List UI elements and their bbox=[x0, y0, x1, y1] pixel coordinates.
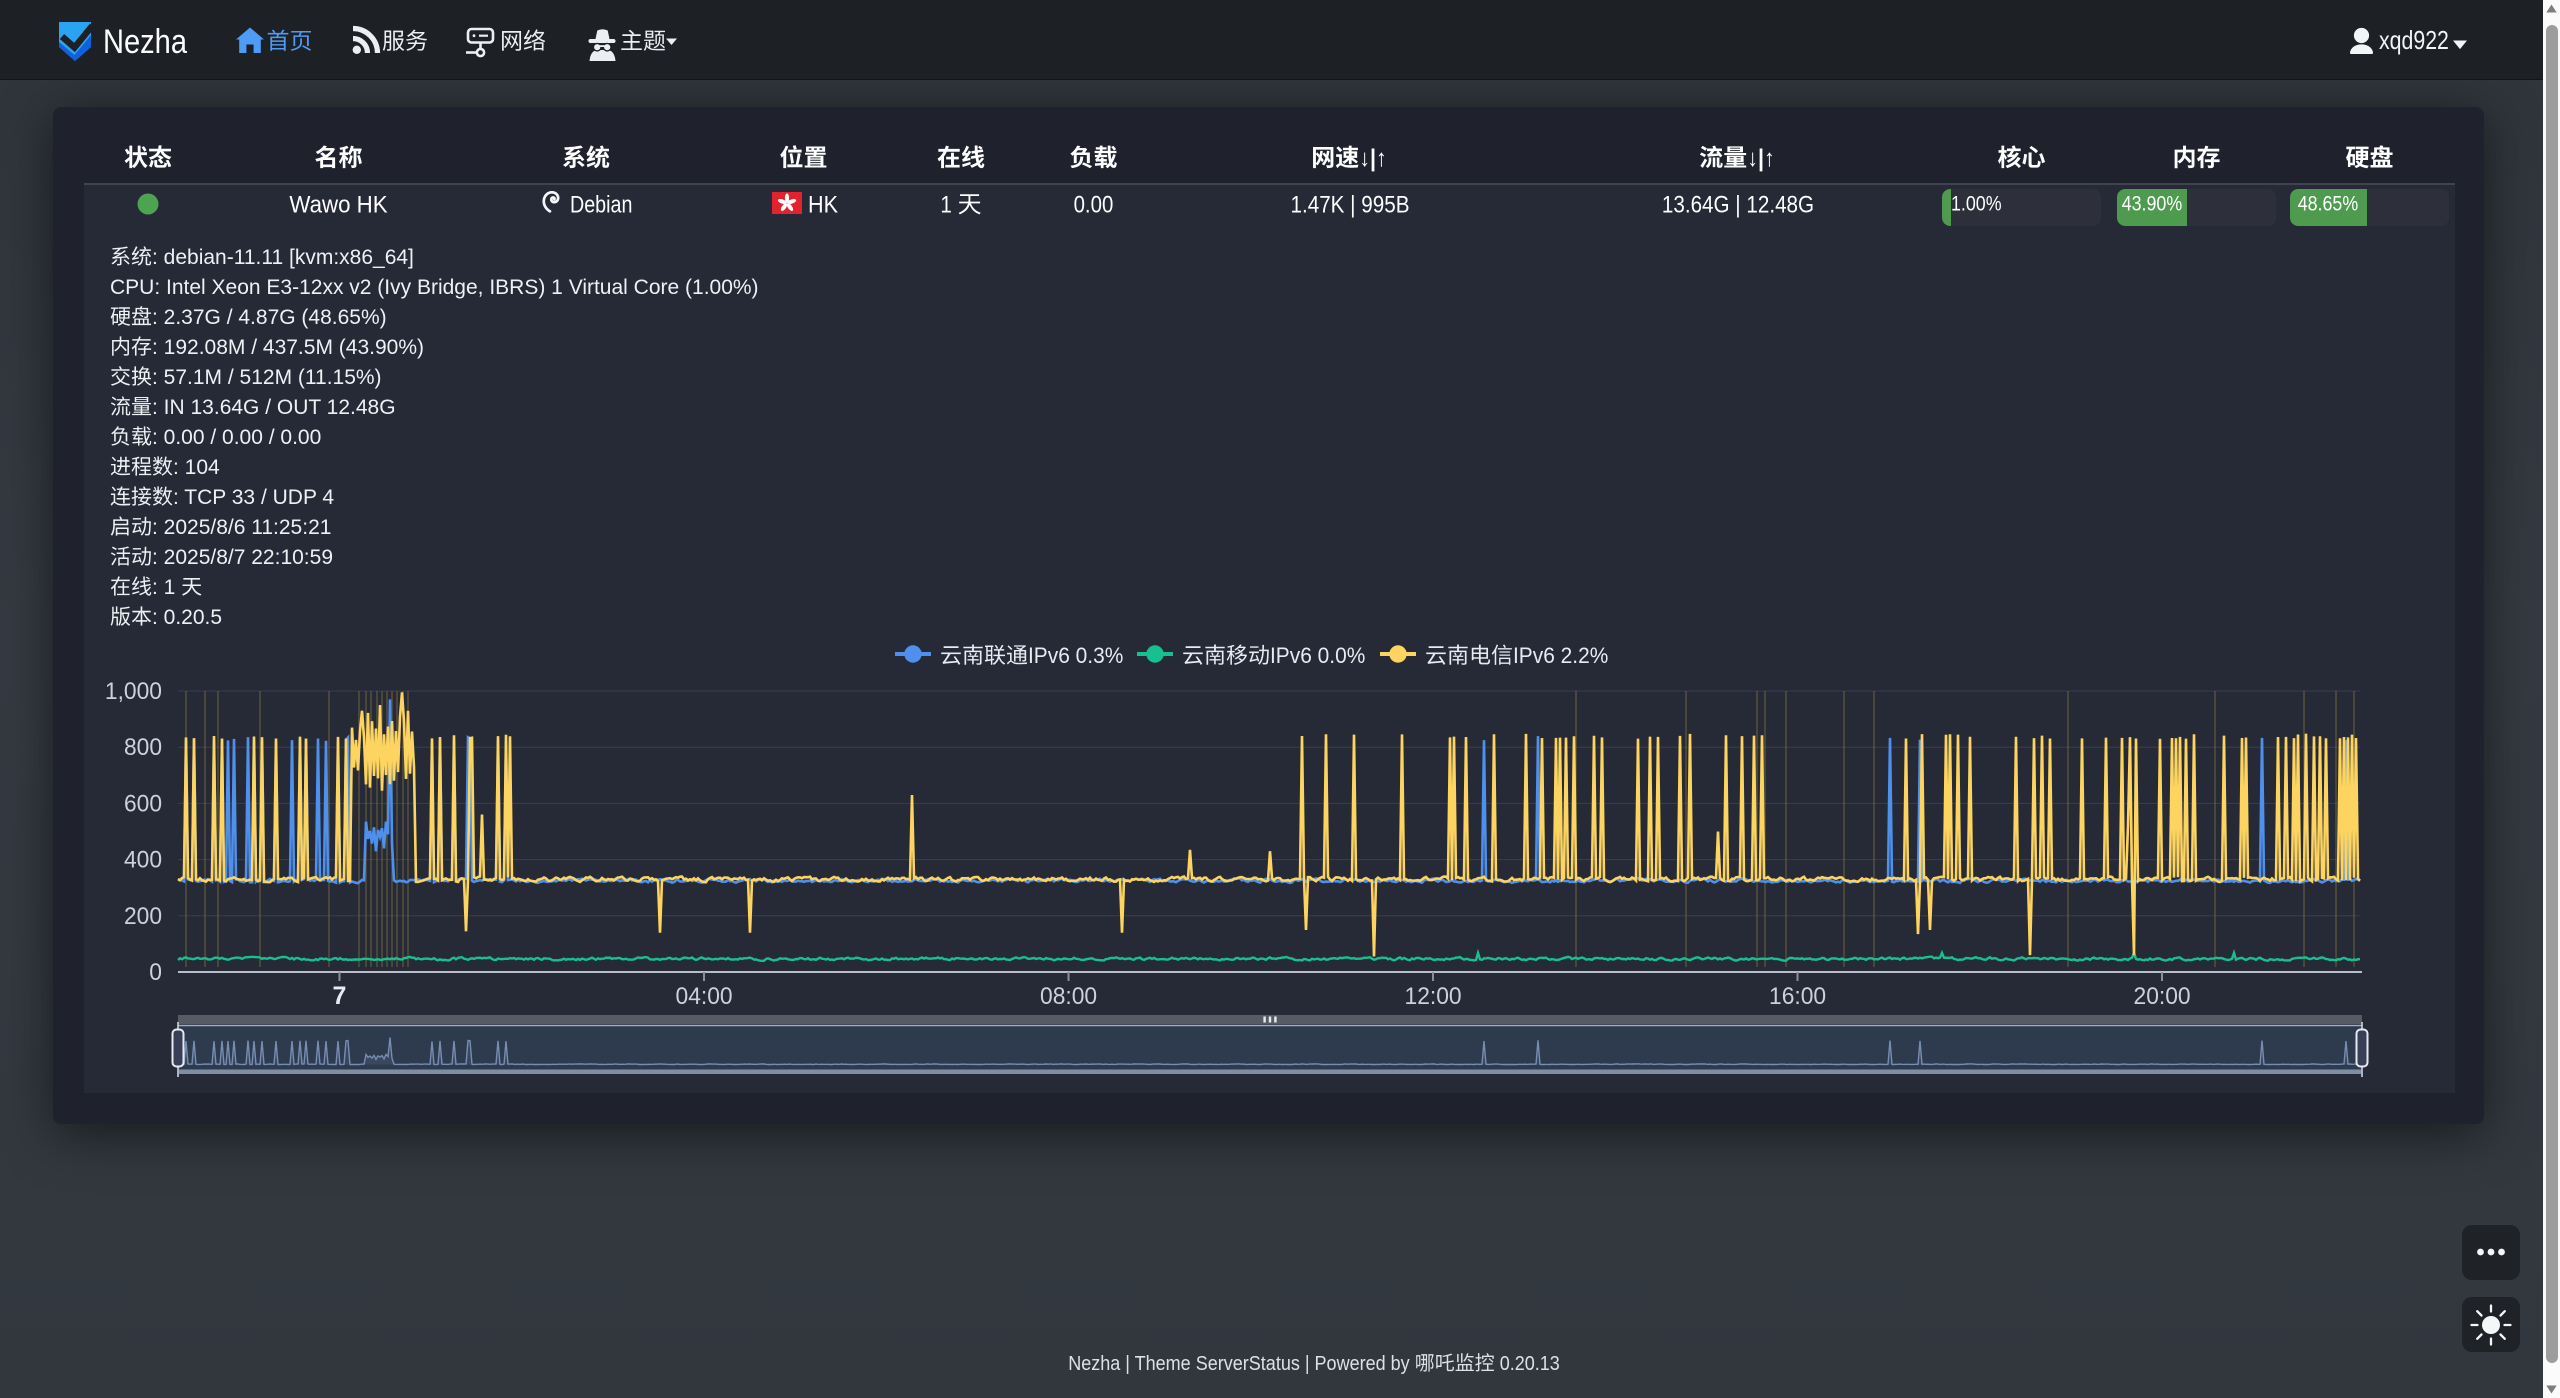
svg-text:800: 800 bbox=[124, 734, 162, 761]
svg-text:7: 7 bbox=[333, 982, 347, 1010]
svg-text:20:00: 20:00 bbox=[2134, 983, 2191, 1010]
svg-text:xqd922: xqd922 bbox=[2379, 25, 2449, 55]
svg-text:↓|↑: ↓|↑ bbox=[1747, 145, 1775, 172]
svg-text:43.90%: 43.90% bbox=[2122, 193, 2183, 216]
svg-text:1.47K | 995B: 1.47K | 995B bbox=[1291, 192, 1410, 219]
svg-text:IPv6 0.0%: IPv6 0.0% bbox=[1270, 643, 1365, 668]
svg-text:: 2025/8/7 22:10:59: : 2025/8/7 22:10:59 bbox=[152, 546, 333, 569]
svg-text:: 1: : 1 bbox=[152, 576, 175, 599]
svg-text:IPv6 0.3%: IPv6 0.3% bbox=[1028, 643, 1123, 668]
svg-text:HK: HK bbox=[808, 192, 838, 219]
svg-text:: 192.08M / 437.5M (43.90%): : 192.08M / 437.5M (43.90%) bbox=[152, 336, 424, 359]
svg-text:: 2.37G / 4.87G (48.65%): : 2.37G / 4.87G (48.65%) bbox=[152, 306, 387, 329]
svg-text:0.20.13: 0.20.13 bbox=[1500, 1353, 1560, 1375]
svg-text:: debian-11.11 [kvm:x86_64]: : debian-11.11 [kvm:x86_64] bbox=[152, 246, 414, 269]
svg-text:12:00: 12:00 bbox=[1405, 983, 1462, 1010]
svg-text:600: 600 bbox=[124, 790, 162, 817]
svg-text:Wawo HK: Wawo HK bbox=[289, 192, 387, 219]
svg-text:: 2025/8/6 11:25:21: : 2025/8/6 11:25:21 bbox=[152, 516, 331, 539]
svg-text:: 0.00 / 0.00 / 0.00: : 0.00 / 0.00 / 0.00 bbox=[152, 426, 321, 449]
svg-text:: TCP 33 / UDP 4: : TCP 33 / UDP 4 bbox=[173, 486, 334, 509]
svg-text:↓|↑: ↓|↑ bbox=[1359, 145, 1387, 172]
svg-text:: 104: : 104 bbox=[173, 456, 220, 479]
svg-text:CPU: Intel Xeon E3-12xx v2 (Iv: CPU: Intel Xeon E3-12xx v2 (Ivy Bridge, … bbox=[110, 276, 759, 299]
svg-text:IPv6 2.2%: IPv6 2.2% bbox=[1513, 643, 1608, 668]
svg-text:1.00%: 1.00% bbox=[1951, 193, 2002, 216]
svg-text:: IN 13.64G / OUT 12.48G: : IN 13.64G / OUT 12.48G bbox=[152, 396, 396, 419]
svg-text:0.00: 0.00 bbox=[1074, 192, 1114, 219]
svg-text:: 0.20.5: : 0.20.5 bbox=[152, 606, 222, 629]
svg-text:400: 400 bbox=[124, 847, 162, 874]
svg-text:16:00: 16:00 bbox=[1769, 983, 1826, 1010]
svg-text:: 57.1M / 512M (11.15%): : 57.1M / 512M (11.15%) bbox=[152, 366, 382, 389]
svg-text:200: 200 bbox=[124, 903, 162, 930]
svg-text:1: 1 bbox=[940, 192, 952, 219]
svg-text:Debian: Debian bbox=[570, 192, 632, 219]
svg-text:0: 0 bbox=[149, 959, 162, 986]
svg-text:04:00: 04:00 bbox=[676, 983, 733, 1010]
svg-text:08:00: 08:00 bbox=[1040, 983, 1097, 1010]
svg-text:13.64G | 12.48G: 13.64G | 12.48G bbox=[1662, 192, 1814, 219]
svg-text:1,000: 1,000 bbox=[105, 678, 162, 705]
svg-text:48.65%: 48.65% bbox=[2298, 193, 2359, 216]
svg-text:Nezha | Theme ServerStatus | P: Nezha | Theme ServerStatus | Powered by bbox=[1068, 1353, 1410, 1375]
svg-text:Nezha: Nezha bbox=[103, 23, 187, 61]
